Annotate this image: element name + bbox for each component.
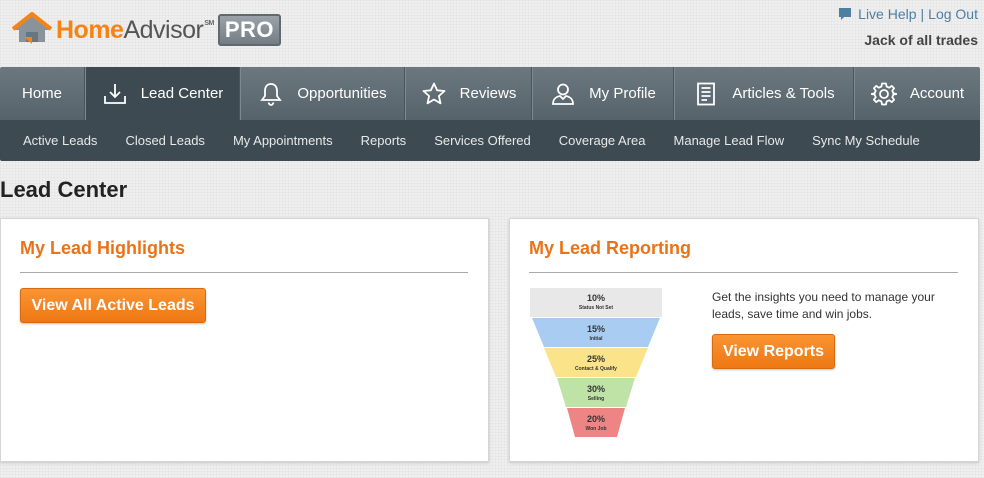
divider: [20, 272, 468, 273]
live-help-link[interactable]: Live Help: [858, 6, 916, 22]
funnel-stage-won-job: 20% Won Job: [567, 408, 625, 437]
lead-funnel-graphic: 10% Status Not Set 15% Initial 25% Conta…: [530, 288, 662, 437]
subnav-coverage-area[interactable]: Coverage Area: [559, 133, 646, 148]
view-all-active-leads-button[interactable]: View All Active Leads: [20, 288, 206, 323]
nav-home-label: Home: [21, 85, 62, 102]
funnel-pct: 20%: [587, 414, 605, 424]
subnav-manage-lead-flow[interactable]: Manage Lead Flow: [674, 133, 785, 148]
nav-home[interactable]: Home: [0, 67, 85, 120]
funnel-pct: 15%: [587, 324, 605, 334]
reporting-description: Get the insights you need to manage your…: [712, 290, 935, 321]
brand-home: Home: [56, 15, 124, 44]
gear-icon: [870, 82, 897, 105]
funnel-stage-selling: 30% Selling: [557, 378, 635, 407]
funnel-stage-contact-qualify: 25% Contact & Qualify: [544, 348, 648, 377]
funnel-label: Initial: [589, 336, 603, 342]
homeadvisor-pro-logo[interactable]: HomeAdvisorSM PRO: [12, 10, 282, 50]
nav-opportunities-label: Opportunities: [297, 85, 387, 102]
nav-reviews[interactable]: Reviews: [405, 67, 532, 120]
subnav-sync-my-schedule[interactable]: Sync My Schedule: [812, 133, 920, 148]
nav-my-profile[interactable]: My Profile: [532, 67, 674, 120]
funnel-pct: 30%: [587, 384, 605, 394]
divider: [529, 272, 958, 273]
page-title: Lead Center: [0, 177, 128, 202]
star-icon: [422, 82, 446, 104]
funnel-pct: 25%: [587, 354, 605, 364]
nav-lead-center[interactable]: Lead Center: [85, 67, 240, 120]
pro-badge: PRO: [217, 14, 282, 46]
nav-account[interactable]: Account: [854, 67, 980, 120]
lead-highlights-card: My Lead Highlights View All Active Leads: [0, 218, 489, 462]
brand-sm: SM: [204, 19, 214, 27]
sub-nav: Active Leads Closed Leads My Appointment…: [0, 120, 980, 161]
nav-reviews-label: Reviews: [459, 85, 517, 102]
funnel-label: Won Job: [585, 426, 606, 432]
lead-reporting-card: My Lead Reporting 10% Status Not Set 15%…: [509, 218, 979, 462]
nav-opportunities[interactable]: Opportunities: [240, 67, 405, 120]
download-icon: [103, 83, 126, 104]
brand-name: HomeAdvisorSM: [56, 16, 214, 45]
main-nav: Home Lead Center Opportunities Reviews M…: [0, 67, 980, 120]
funnel-stage-status-not-set: 10% Status Not Set: [530, 288, 662, 317]
user-name: Jack of all trades: [864, 32, 978, 48]
house-logo-icon: [12, 12, 53, 44]
funnel-stage-initial: 15% Initial: [532, 318, 660, 347]
funnel-pct: 10%: [587, 293, 605, 303]
nav-articles-tools-label: Articles & Tools: [732, 85, 835, 102]
subnav-reports[interactable]: Reports: [361, 133, 407, 148]
brand-advisor: Advisor: [123, 15, 204, 44]
document-icon: [697, 82, 716, 105]
funnel-label: Selling: [588, 396, 604, 402]
funnel-label: Contact & Qualify: [575, 366, 617, 372]
chat-bubble-icon: [839, 8, 852, 20]
subnav-active-leads[interactable]: Active Leads: [23, 133, 97, 148]
lead-highlights-title: My Lead Highlights: [20, 238, 186, 258]
funnel-label: Status Not Set: [579, 305, 614, 311]
nav-articles-tools[interactable]: Articles & Tools: [674, 67, 854, 120]
person-icon: [552, 83, 575, 105]
link-separator: |: [920, 6, 925, 22]
nav-lead-center-label: Lead Center: [140, 85, 224, 102]
top-links: Live Help | Log Out: [838, 6, 978, 22]
subnav-services-offered[interactable]: Services Offered: [434, 133, 531, 148]
nav-account-label: Account: [909, 85, 965, 102]
nav-my-profile-label: My Profile: [589, 85, 656, 102]
subnav-closed-leads[interactable]: Closed Leads: [125, 133, 205, 148]
subnav-my-appointments[interactable]: My Appointments: [233, 133, 333, 148]
lead-reporting-title: My Lead Reporting: [529, 238, 692, 258]
view-reports-button[interactable]: View Reports: [712, 334, 835, 369]
log-out-link[interactable]: Log Out: [928, 6, 978, 22]
bell-icon: [260, 82, 283, 106]
